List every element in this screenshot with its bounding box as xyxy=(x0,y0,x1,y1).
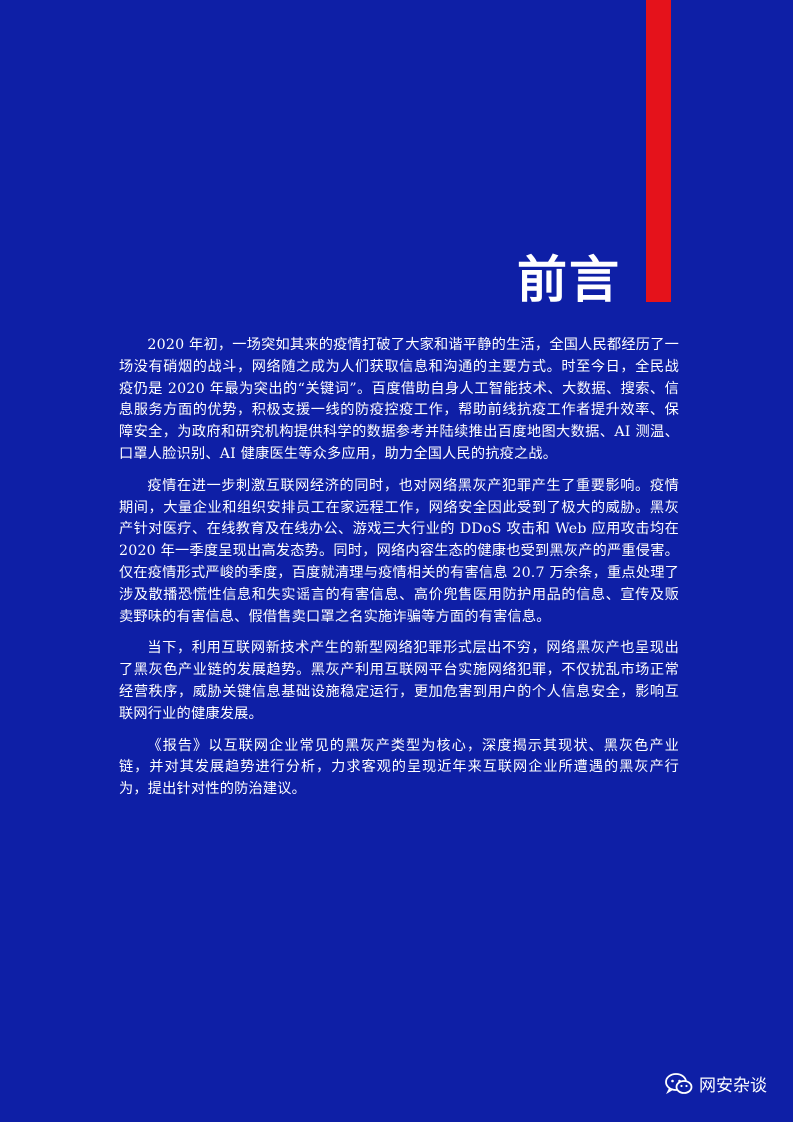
document-page: 前言 2020 年初，一场突如其来的疫情打破了大家和谐平静的生活，全国人民都经历… xyxy=(0,0,793,1122)
paragraph: 疫情在进一步刺激互联网经济的同时，也对网络黑灰产犯罪产生了重要影响。疫情期间，大… xyxy=(119,477,679,625)
page-title: 前言 xyxy=(517,251,621,309)
accent-bar xyxy=(646,0,671,302)
wechat-icon xyxy=(665,1072,693,1095)
paragraph: 当下，利用互联网新技术产生的新型网络犯罪形式层出不穷，网络黑灰产也呈现出了黑灰色… xyxy=(119,640,679,722)
paragraph: 2020 年初，一场突如其来的疫情打破了大家和谐平静的生活，全国人民都经历了一场… xyxy=(119,337,679,462)
preface-body: 2020 年初，一场突如其来的疫情打破了大家和谐平静的生活，全国人民都经历了一场… xyxy=(119,335,679,811)
watermark-text: 网安杂谈 xyxy=(699,1076,767,1096)
watermark: 网安杂谈 xyxy=(665,1071,767,1096)
paragraph: 《报告》以互联网企业常见的黑灰产类型为核心，深度揭示其现状、黑灰色产业链，并对其… xyxy=(119,737,679,798)
